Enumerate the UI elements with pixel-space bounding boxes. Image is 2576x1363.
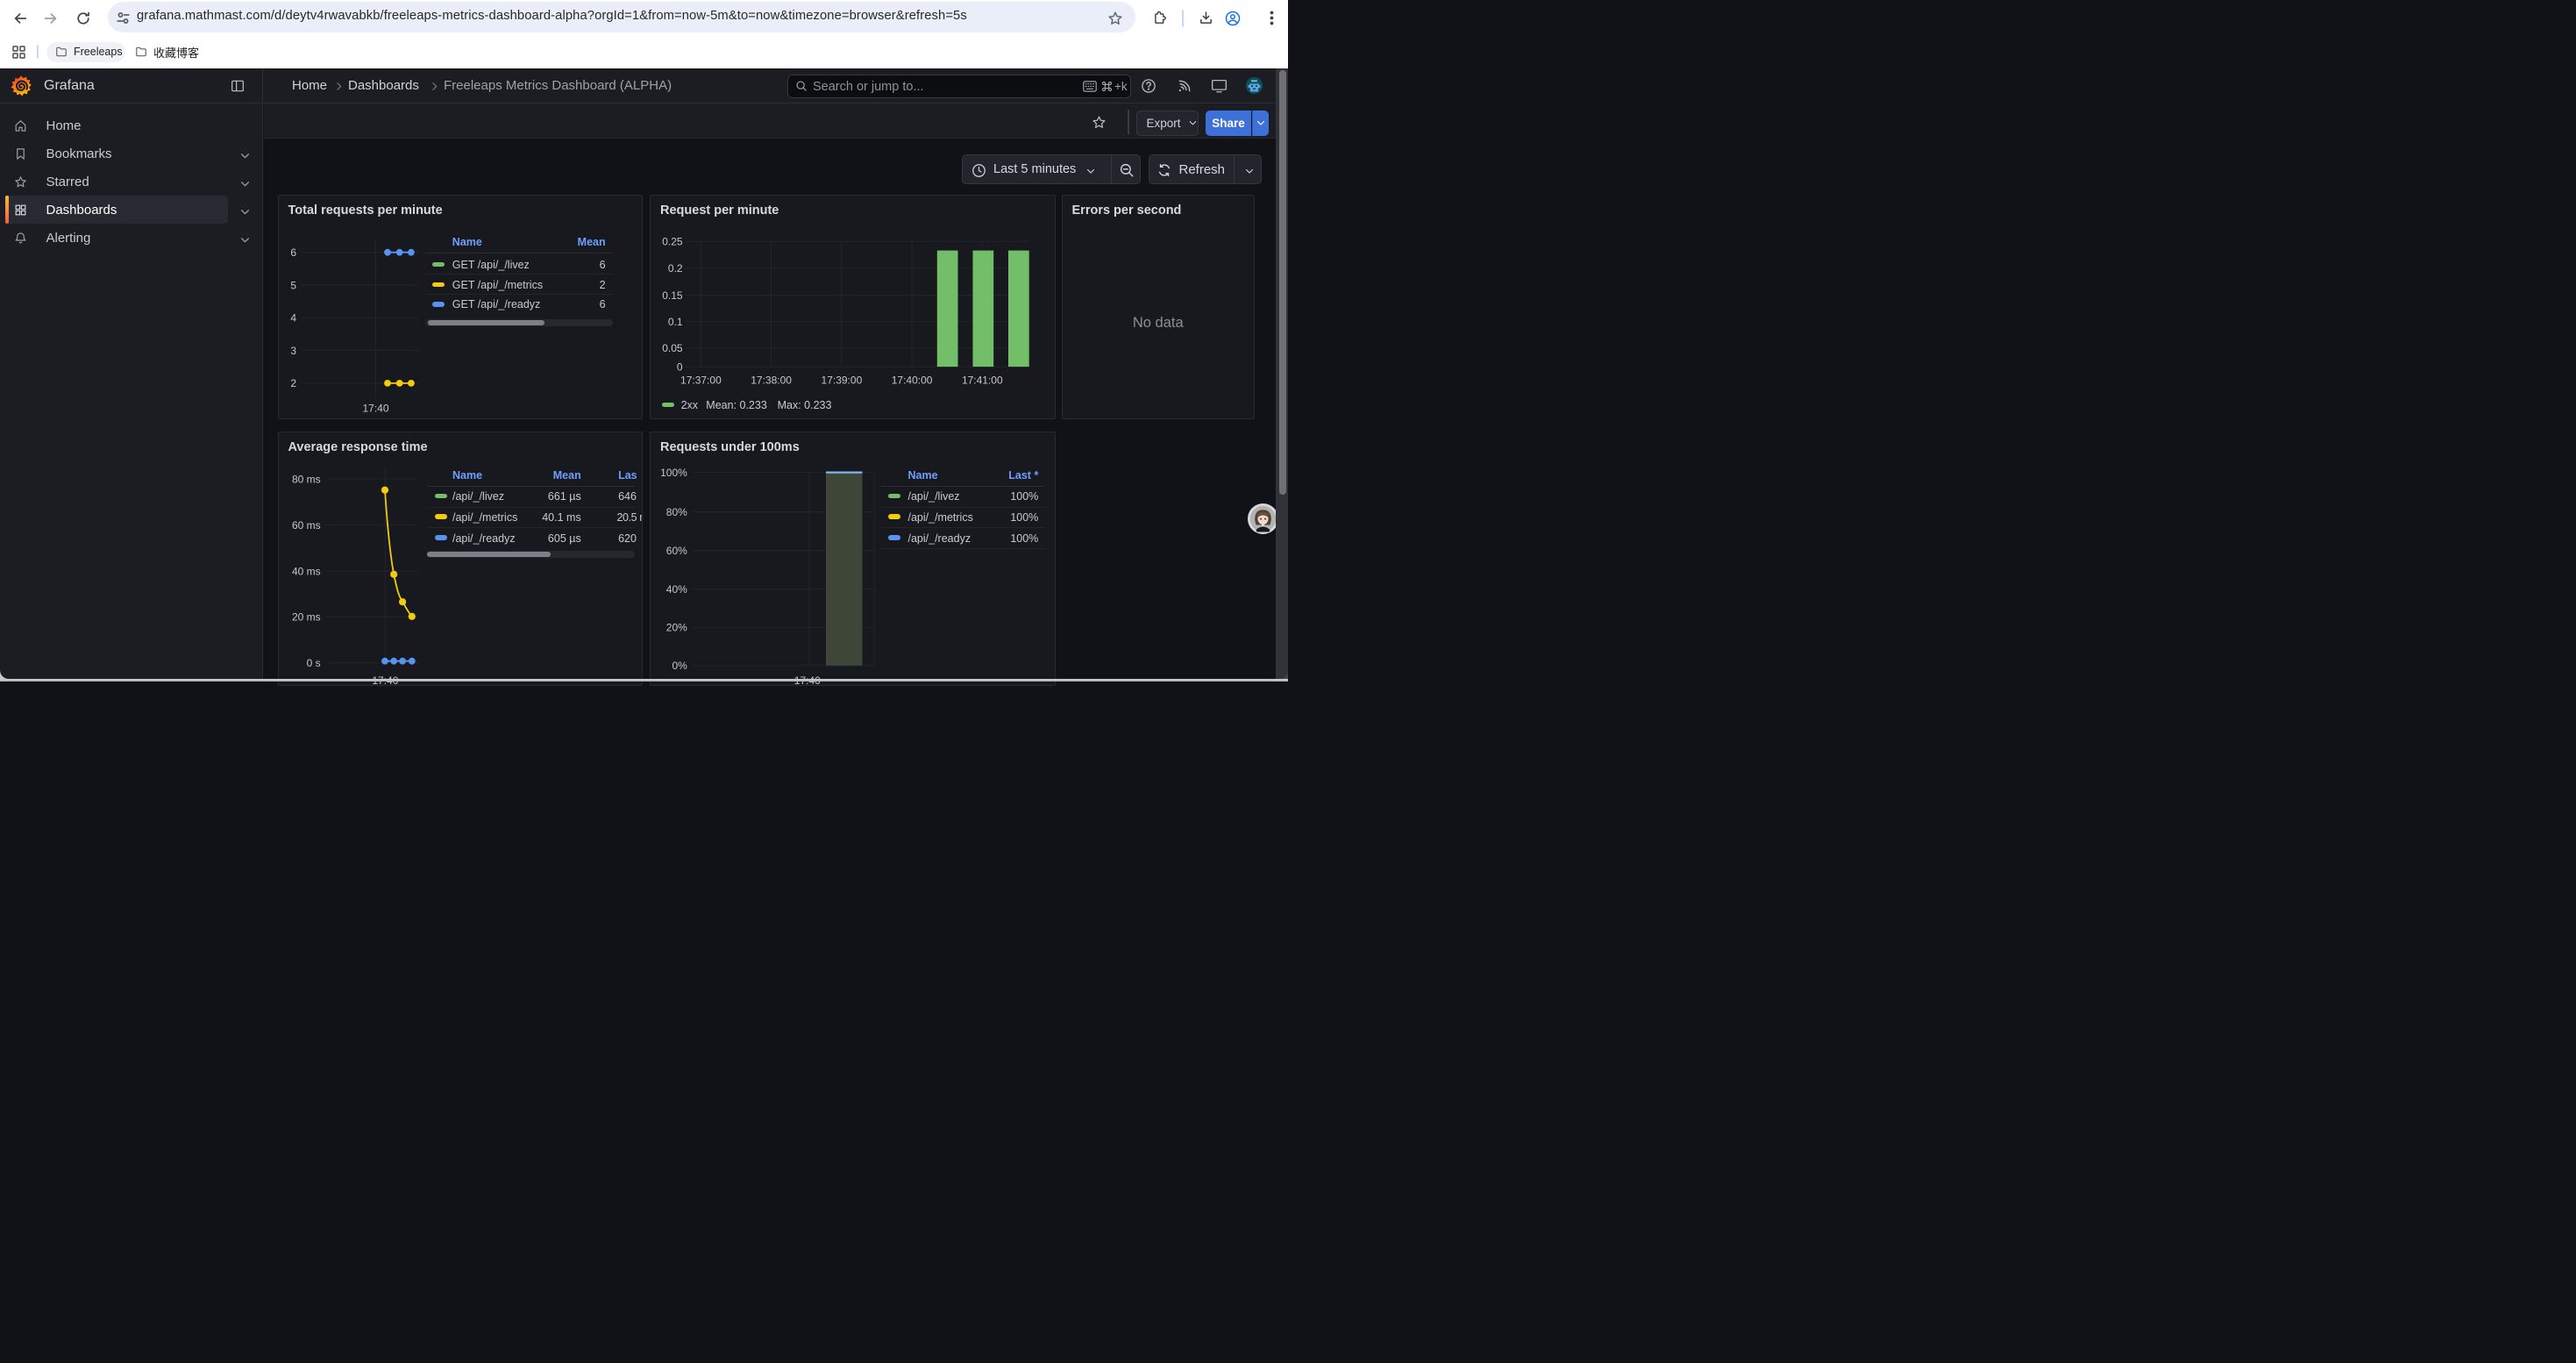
svg-text:2: 2 <box>290 378 296 390</box>
svg-text:60%: 60% <box>666 545 687 557</box>
svg-text:0.05: 0.05 <box>662 343 683 355</box>
svg-text:100%: 100% <box>660 467 687 479</box>
svg-text:17:37:00: 17:37:00 <box>680 375 722 387</box>
svg-text:40 ms: 40 ms <box>292 565 321 577</box>
svg-text:0: 0 <box>677 361 683 374</box>
svg-text:17:38:00: 17:38:00 <box>751 375 792 387</box>
svg-text:80%: 80% <box>666 506 687 518</box>
svg-text:4: 4 <box>290 312 296 325</box>
svg-text:0.2: 0.2 <box>668 262 683 275</box>
svg-text:0.1: 0.1 <box>668 316 683 328</box>
svg-text:0%: 0% <box>672 660 687 672</box>
svg-text:40%: 40% <box>666 583 687 596</box>
svg-text:17:39:00: 17:39:00 <box>822 375 863 387</box>
svg-text:20 ms: 20 ms <box>292 610 321 623</box>
svg-text:80 ms: 80 ms <box>292 473 321 485</box>
svg-text:0.15: 0.15 <box>662 289 683 302</box>
svg-text:20%: 20% <box>666 621 687 633</box>
svg-text:0.25: 0.25 <box>662 236 683 248</box>
svg-text:0 s: 0 s <box>306 657 320 669</box>
svg-text:60 ms: 60 ms <box>292 519 321 532</box>
svg-text:17:40: 17:40 <box>362 403 388 415</box>
svg-text:6: 6 <box>290 246 296 259</box>
svg-text:3: 3 <box>290 345 296 357</box>
svg-text:17:41:00: 17:41:00 <box>962 375 1003 387</box>
svg-text:5: 5 <box>290 280 296 292</box>
svg-text:17:40:00: 17:40:00 <box>892 375 933 387</box>
